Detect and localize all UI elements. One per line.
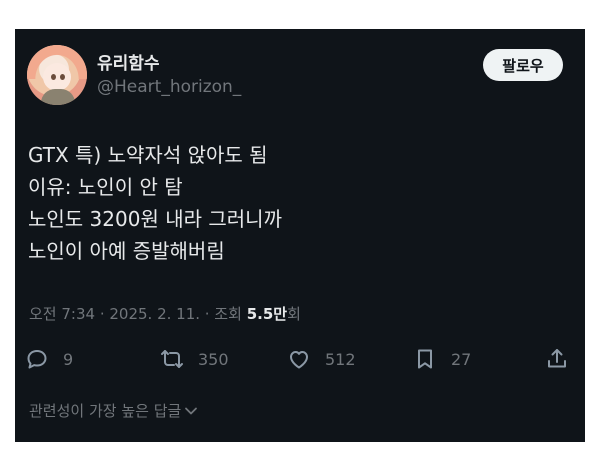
avatar[interactable] [27, 45, 87, 105]
bookmark-icon [418, 349, 432, 369]
reply-icon [27, 350, 47, 369]
retweet-icon [161, 350, 183, 368]
tweet-text: GTX 특) 노약자석 앉아도 됨 이유: 노인이 안 탐 노인도 3200원 … [28, 139, 282, 267]
bookmark-count: 27 [451, 349, 472, 369]
share-icon [548, 349, 566, 368]
tweet-meta: 오전 7:34 · 2025. 2. 11. · 조회 5.5만회 [29, 303, 301, 324]
view-count: 5.5만 [246, 305, 288, 323]
author-name[interactable]: 유리함수 [97, 49, 160, 74]
tweet-line: 노인이 아예 증발해버림 [28, 239, 225, 263]
avatar-eye-left [51, 74, 56, 80]
chevron-down-icon [185, 407, 198, 414]
reply-sort-dropdown[interactable]: 관련성이 가장 높은 답글 [29, 400, 198, 421]
timestamp[interactable]: 오전 7:34 · 2025. 2. 11. · 조회 [29, 305, 242, 323]
reply-count: 9 [63, 349, 74, 369]
reply-button[interactable]: 9 [25, 344, 73, 374]
share-button[interactable] [545, 344, 583, 374]
view-suffix: 회 [287, 305, 301, 323]
action-bar: 9 350 512 27 [25, 344, 575, 374]
like-icon [290, 351, 308, 369]
tweet-line: 이유: 노인이 안 탐 [28, 175, 183, 199]
tweet-line: 노인도 3200원 내라 그러니까 [28, 207, 282, 231]
author-handle[interactable]: @Heart_horizon_ [97, 77, 241, 97]
follow-button[interactable]: 팔로우 [483, 49, 563, 81]
tweet-line: GTX 특) 노약자석 앉아도 됨 [28, 143, 268, 167]
avatar-face [43, 63, 71, 91]
bookmark-button[interactable]: 27 [413, 344, 471, 374]
like-button[interactable]: 512 [287, 344, 356, 374]
avatar-eye-right [60, 74, 65, 80]
like-count: 512 [325, 349, 356, 369]
retweet-button[interactable]: 350 [160, 344, 229, 374]
avatar-body [41, 89, 75, 105]
reply-sort-label: 관련성이 가장 높은 답글 [29, 402, 182, 420]
retweet-count: 350 [198, 349, 229, 369]
tweet-card: 유리함수 @Heart_horizon_ 팔로우 GTX 특) 노약자석 앉아도… [15, 29, 585, 442]
